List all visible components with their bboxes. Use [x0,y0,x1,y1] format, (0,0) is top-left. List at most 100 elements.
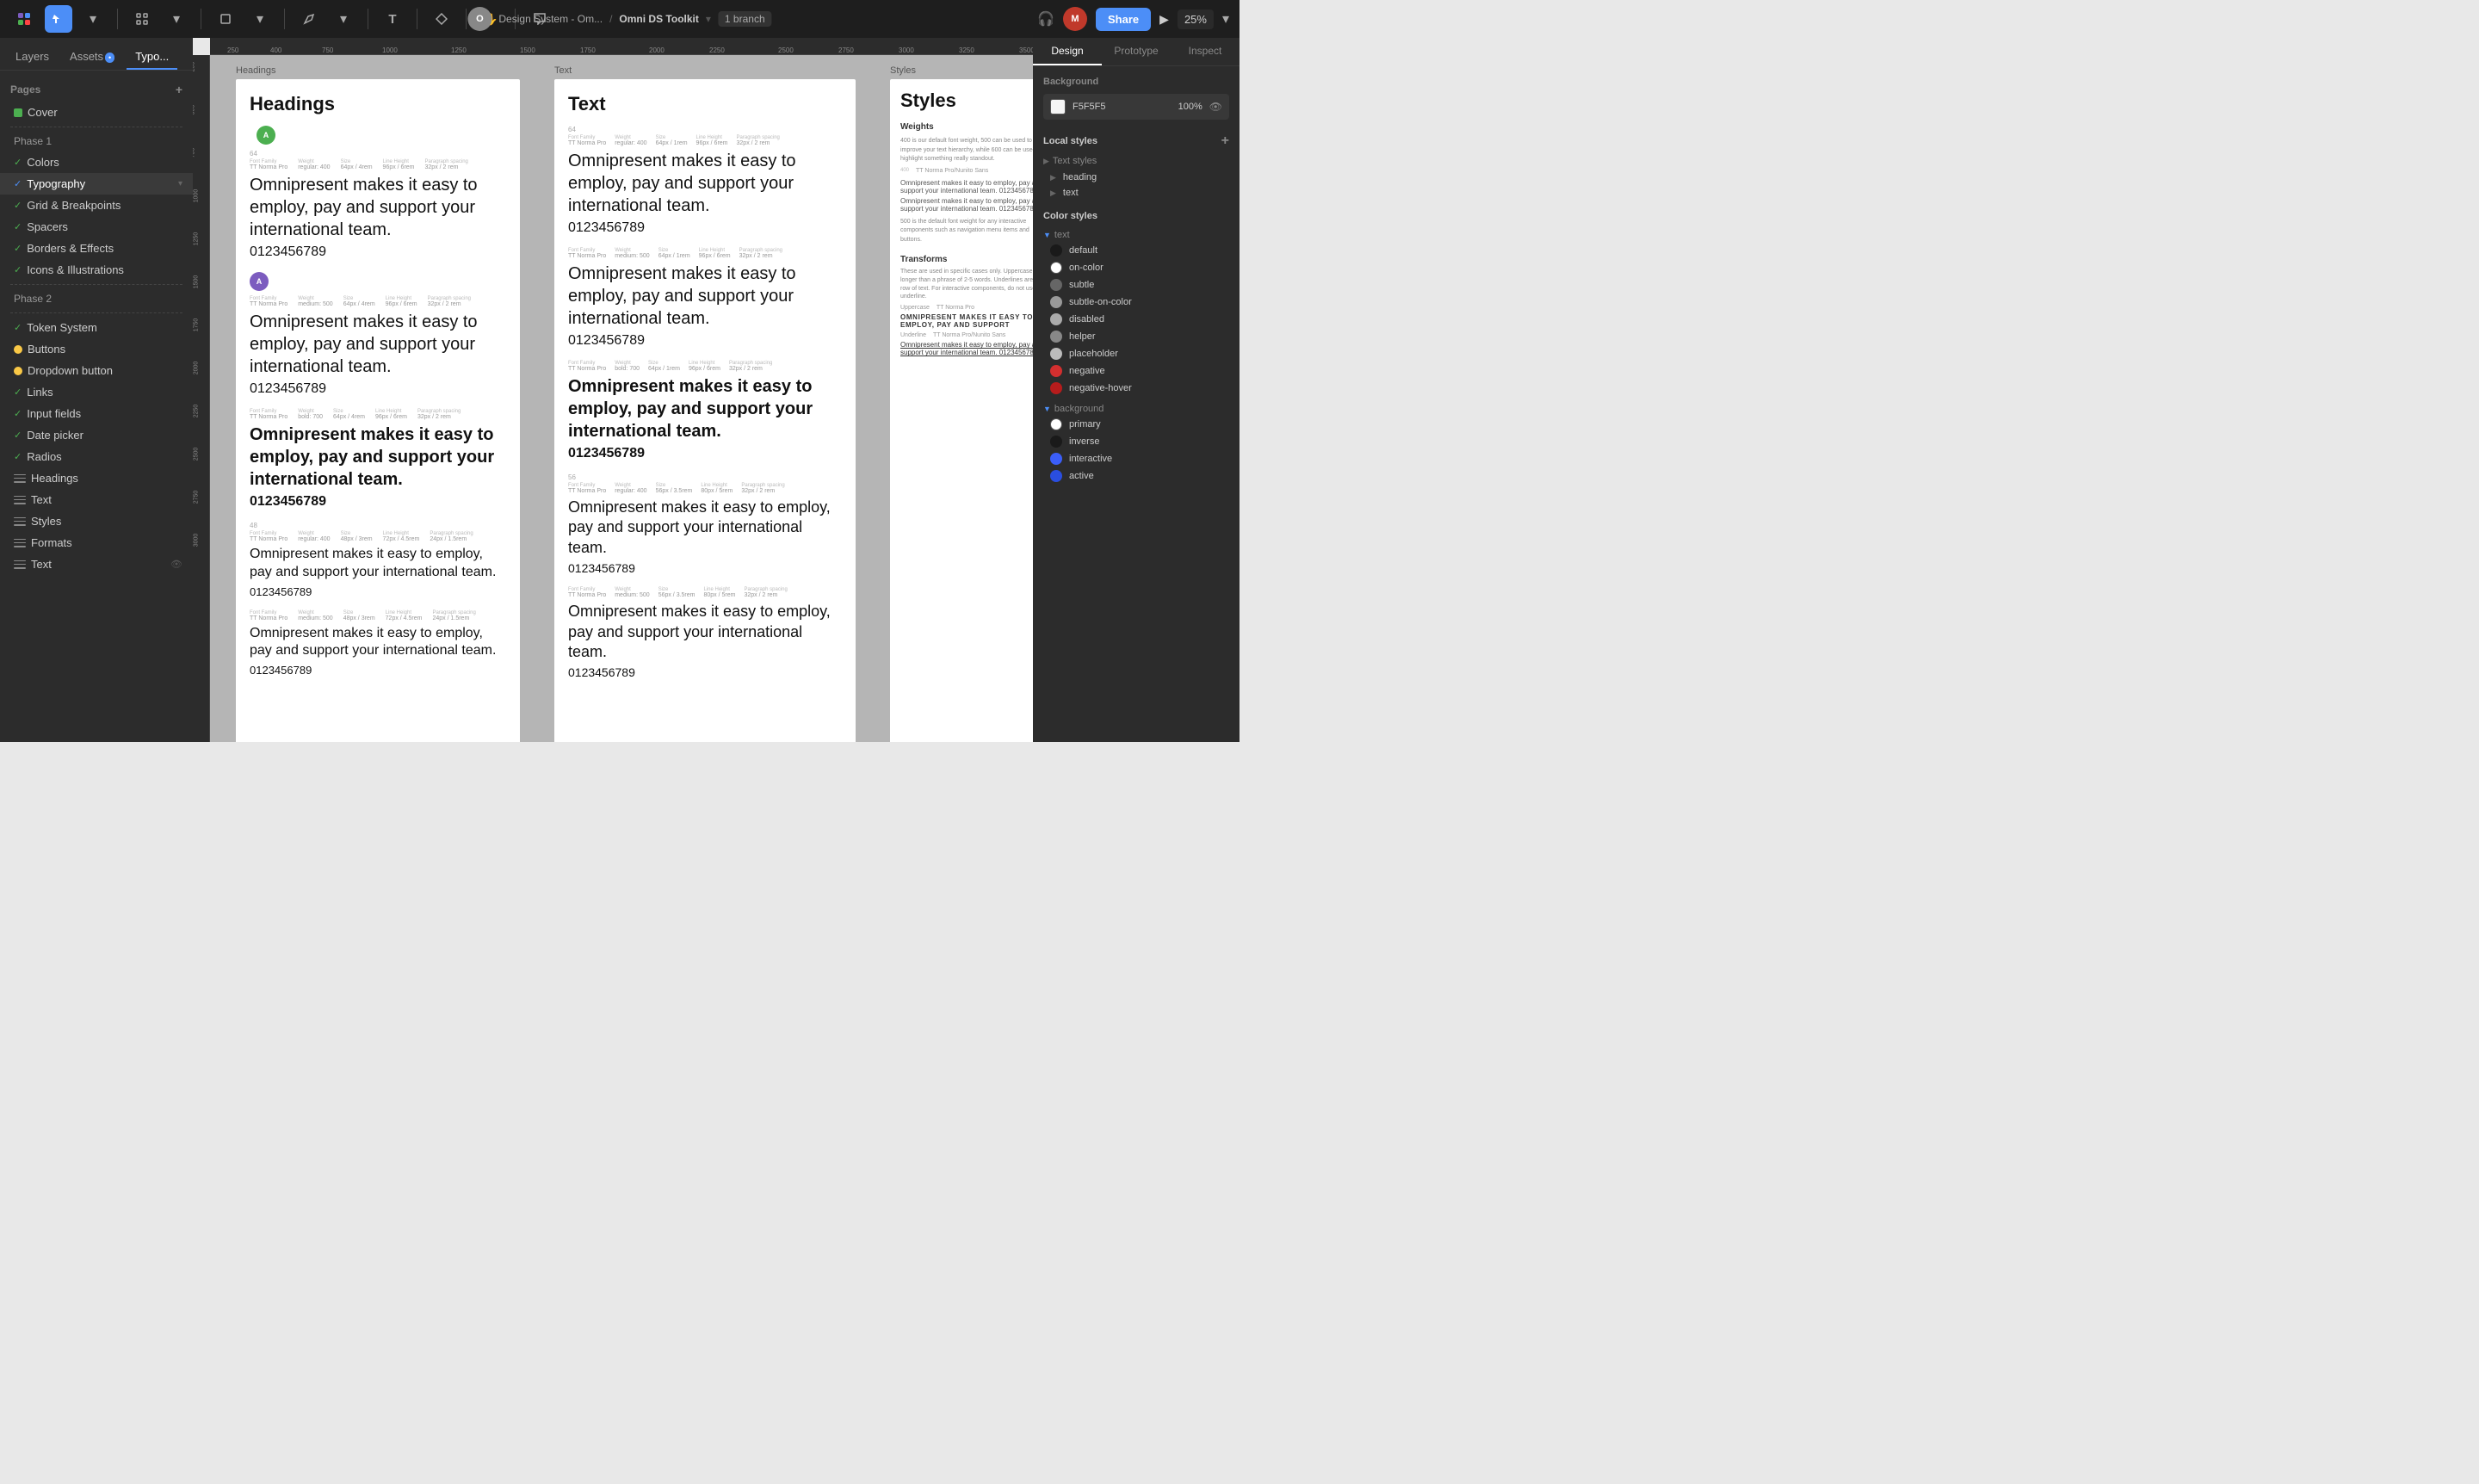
links-check-icon: ✓ [14,386,22,398]
move-tool-icon[interactable] [45,5,72,33]
buttons-dot-icon [14,345,22,354]
color-group-background-title[interactable]: ▼ background [1043,402,1229,416]
color-item-on-color[interactable]: on-color [1050,259,1229,276]
sidebar-item-datepicker[interactable]: ✓ Date picker [0,424,193,446]
canvas-area[interactable]: 250 400 750 1000 1250 1500 1750 2000 225… [193,38,1033,742]
ruler-label-2000: 2000 [649,46,665,54]
branch-chevron: ▾ [706,13,711,25]
sidebar-item-input[interactable]: ✓ Input fields [0,403,193,424]
tab-prototype[interactable]: Prototype [1102,38,1171,65]
color-dot-active [1050,470,1062,482]
sidebar-item-icons[interactable]: ✓ Icons & Illustrations [0,259,193,281]
sidebar-item-headings[interactable]: Headings [0,467,193,489]
color-item-negative[interactable]: negative [1050,362,1229,380]
color-item-subtle-on-color[interactable]: subtle-on-color [1050,294,1229,311]
tab-inspect[interactable]: Inspect [1171,38,1240,65]
color-dot-disabled [1050,313,1062,325]
styles-hamburger-icon [14,517,26,526]
headphones-icon[interactable]: 🎧 [1037,10,1054,28]
sidebar-item-cover[interactable]: Cover [0,102,193,123]
sidebar-item-text[interactable]: Text [0,489,193,510]
color-item-inverse[interactable]: inverse [1050,433,1229,450]
components-tool-icon[interactable] [428,5,455,33]
background-opacity: 100% [1178,102,1202,112]
sidebar-group-phase1: Phase 1 [0,131,193,151]
move-tool-dropdown[interactable]: ▾ [79,5,107,33]
pen-tool-icon[interactable] [295,5,323,33]
sidebar-item-buttons[interactable]: Buttons [0,338,193,360]
color-item-placeholder[interactable]: placeholder [1050,345,1229,362]
sidebar-item-grid[interactable]: ✓ Grid & Breakpoints [0,195,193,216]
sidebar-item-spacers[interactable]: ✓ Spacers [0,216,193,238]
color-item-negative-hover[interactable]: negative-hover [1050,380,1229,397]
ruler-horizontal: 250 400 750 1000 1250 1500 1750 2000 225… [210,38,1033,55]
toolbar-right-actions: 🎧 M Share ▶ 25% ▾ [1037,7,1229,31]
sidebar-item-dropdown[interactable]: Dropdown button [0,360,193,381]
canvas-viewport[interactable]: Headings Text Styles Headings A 64 [210,55,1033,742]
color-item-helper[interactable]: helper [1050,328,1229,345]
tab-layers[interactable]: Layers [7,45,58,70]
color-item-disabled[interactable]: disabled [1050,311,1229,328]
shape-tool-dropdown[interactable]: ▾ [246,5,274,33]
share-button[interactable]: Share [1096,8,1151,31]
separator6 [466,9,467,29]
project-avatar: O [467,7,491,31]
sidebar-item-links[interactable]: ✓ Links [0,381,193,403]
color-group-text-items: default on-color subtle subtle-on-c [1043,242,1229,397]
sidebar-item-text-bottom[interactable]: Text 👁 [0,553,193,575]
color-item-active[interactable]: active [1050,467,1229,485]
zoom-level[interactable]: 25% [1178,9,1214,29]
add-style-icon[interactable]: + [1221,133,1229,149]
sidebar-item-styles[interactable]: Styles [0,510,193,532]
sidebar-item-formats[interactable]: Formats [0,532,193,553]
main-layout: Layers Assets• Typo... Pages + Cover Pha… [0,38,1240,742]
play-button[interactable]: ▶ [1159,12,1169,27]
shape-tool-icon[interactable] [212,5,239,33]
text-styles-chevron-icon[interactable]: ▶ [1043,157,1049,166]
ruler-label-750: 750 [322,46,333,54]
color-item-primary[interactable]: primary [1050,416,1229,433]
app-logo-icon[interactable] [10,5,38,33]
ruler-label-2500: 2500 [778,46,794,54]
ruler-label-2750: 2750 [838,46,854,54]
ruler-label-1500: 1500 [520,46,535,54]
background-color-row[interactable]: F5F5F5 100% 👁 [1043,94,1229,120]
color-item-interactive[interactable]: interactive [1050,450,1229,467]
tab-design[interactable]: Design [1033,38,1102,65]
text-styles-group: ▶ Text styles ▶ heading ▶ text [1043,156,1229,201]
left-sidebar: Layers Assets• Typo... Pages + Cover Pha… [0,38,193,742]
zoom-dropdown[interactable]: ▾ [1222,10,1229,28]
user-avatar[interactable]: M [1063,7,1087,31]
text-style-text[interactable]: ▶ text [1043,185,1229,201]
heading-sample-48-regular: 48 Font FamilyTT Norma Pro Weightregular… [250,522,506,598]
color-group-background-items: primary inverse interactive active [1043,416,1229,485]
sidebar-item-radios[interactable]: ✓ Radios [0,446,193,467]
styles-frame: Styles Weights 400 is our default font w… [890,79,1033,742]
background-color-swatch[interactable] [1050,99,1066,114]
typography-check-icon: ✓ [14,178,22,189]
tab-assets[interactable]: Assets• [61,45,123,70]
color-item-subtle[interactable]: subtle [1050,276,1229,294]
add-page-icon[interactable]: + [176,83,182,96]
ruler-vertical: 250 500 750 1000 1250 1500 1750 2000 225… [193,55,210,742]
color-dot-helper [1050,331,1062,343]
dropdown-dot-icon [14,367,22,375]
visibility-eye-icon[interactable]: 👁 [1209,101,1222,113]
branch-label[interactable]: 1 branch [718,11,772,27]
text-sample-64-medium: Font FamilyTT Norma Pro Weightmedium: 50… [568,248,842,349]
sidebar-item-typography[interactable]: ✓ Typography ▾ [0,173,193,195]
pen-tool-dropdown[interactable]: ▾ [330,5,357,33]
ruler-label-3500: 3500 [1019,46,1033,54]
tab-typo[interactable]: Typo... [127,45,177,70]
datepicker-check-icon: ✓ [14,430,22,441]
sidebar-group-phase2: Phase 2 [0,288,193,309]
text-style-heading[interactable]: ▶ heading [1043,170,1229,185]
frame-tool-dropdown[interactable]: ▾ [163,5,190,33]
sidebar-item-borders[interactable]: ✓ Borders & Effects [0,238,193,259]
color-item-default[interactable]: default [1050,242,1229,259]
color-group-text-title[interactable]: ▼ text [1043,228,1229,242]
sidebar-item-colors[interactable]: ✓ Colors [0,151,193,173]
frame-tool-icon[interactable] [128,5,156,33]
sidebar-item-token[interactable]: ✓ Token System [0,317,193,338]
text-tool-icon[interactable]: T [379,5,406,33]
